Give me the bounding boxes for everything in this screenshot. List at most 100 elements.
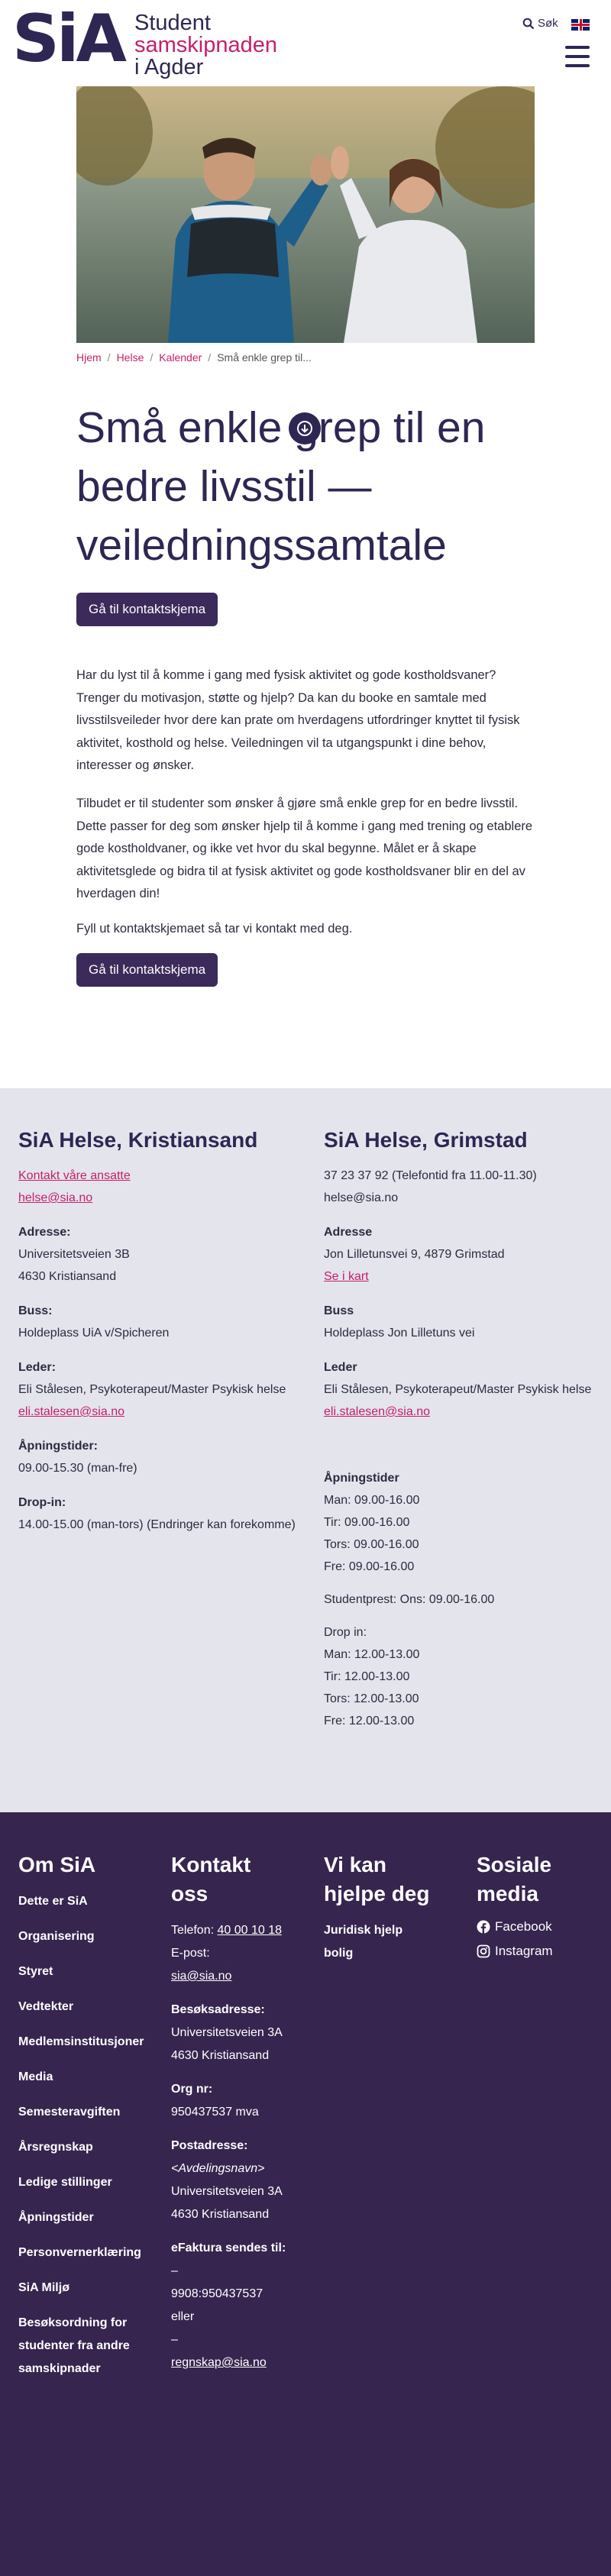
hours-info: 09.00-15.30 (man-fre) [18,1462,137,1475]
contact-section: SiA Helse, Kristiansand Kontakt våre ans… [0,1088,611,1812]
arrow-down-icon [297,421,312,436]
org-number: 950437537 mva [171,2106,259,2119]
post-address-1: Universitetsveien 3A [171,2185,283,2198]
footer-link[interactable]: Personvernerklæring [18,2241,156,2264]
breadcrumb-home[interactable]: Hjem [76,351,102,364]
studentprest-hours: Studentprest: Ons: 09.00-16.00 [324,1593,495,1606]
dropin-fri: Fre: 12.00-13.00 [324,1715,415,1728]
email-label: E-post: [171,1947,210,1960]
footer-om-title: Om SiA [18,1853,96,1876]
footer-link[interactable]: Juridisk hjelp bolig [324,1919,423,1965]
kristiansand-column: SiA Helse, Kristiansand Kontakt våre ans… [18,1126,301,1536]
leader-info: Eli Stålesen, Psykoterapeut/Master Psyki… [18,1383,286,1396]
bus-info: Holdeplass Jon Lilletuns vei [324,1327,475,1340]
leader-email-link[interactable]: eli.stalesen@sia.no [18,1405,124,1418]
org-label: Org nr: [171,2083,213,2096]
address-label: Adresse [324,1226,373,1239]
intro-paragraph-1: Har du lyst til å komme i gang med fysis… [76,668,520,772]
address-line-2: 4630 Kristiansand [18,1270,117,1283]
footer-link[interactable]: SiA Miljø [18,2277,156,2300]
dropin-label: Drop-in: [18,1496,66,1509]
footer-link[interactable]: Styret [18,1960,156,1983]
dropin-mon: Man: 12.00-13.00 [324,1648,420,1661]
post-address-2: 4630 Kristiansand [171,2208,270,2221]
kristiansand-email-link[interactable]: helse@sia.no [18,1191,92,1204]
instagram-link[interactable]: Instagram [477,1944,599,1959]
footer-kontakt-title: Kontakt oss [171,1853,251,1905]
search-link[interactable]: Søk [522,17,558,30]
footer-link[interactable]: Organisering [18,1925,156,1948]
efaktura-id: 9908:950437537 [171,2287,263,2300]
footer-link[interactable]: Besøksordning for studenter fra andre sa… [18,2312,141,2380]
footer-link[interactable]: Åpningstider [18,2206,156,2229]
instagram-icon [477,1944,490,1958]
footer-link[interactable]: Media [18,2066,156,2089]
dropin-label: Drop in: [324,1626,367,1639]
english-flag-icon[interactable] [571,19,590,31]
kristiansand-title: SiA Helse, Kristiansand [18,1128,258,1152]
post-department: <Avdelingsnavn> [171,2162,265,2175]
facebook-link[interactable]: Facebook [477,1919,599,1934]
dropin-thu: Tors: 12.00-13.00 [324,1692,419,1705]
footer-link[interactable]: Vedtekter [18,1996,156,2018]
logo-line-3: i Agder [134,55,204,79]
grimstad-title: SiA Helse, Grimstad [324,1128,528,1152]
grimstad-address: Jon Lilletunsvei 9, 4879 Grimstad [324,1248,505,1261]
email-link[interactable]: sia@sia.no [171,1970,231,1983]
scroll-down-button[interactable] [289,412,321,444]
grimstad-phone: 37 23 37 92 (Telefontid fra 11.00-11.30) [324,1169,537,1182]
logo-line-2: samskipnaden [134,33,277,57]
address-line-1: Universitetsveien 3B [18,1248,130,1261]
search-icon [522,18,535,29]
footer-link[interactable]: Ledige stillinger [18,2171,156,2194]
dropin-info: 14.00-15.00 (man-tors) (Endringer kan fo… [18,1518,296,1531]
logo-text[interactable]: Student samskipnaden i Agder [134,12,277,79]
footer-kontakt: Kontakt oss Telefon: 40 00 10 18 E-post:… [171,1850,293,2374]
hours-thu: Tors: 09.00-16.00 [324,1538,419,1551]
leader-email-link[interactable]: eli.stalesen@sia.no [324,1405,430,1418]
footer-hjelp: Vi kan hjelpe deg Juridisk hjelp bolig [324,1850,454,1977]
menu-icon[interactable] [565,46,590,67]
hours-fri: Fre: 09.00-16.00 [324,1560,415,1573]
breadcrumb-separator: / [208,351,212,364]
grimstad-email: helse@sia.no [324,1191,399,1204]
phone-label: Telefon: [171,1924,215,1937]
footer-social: Sosiale media Facebook Instagram [477,1850,599,1968]
hours-label: Åpningstider [324,1472,399,1485]
site-header: SiA Student samskipnaden i Agder Søk [0,0,611,84]
dropin-tue: Tir: 12.00-13.00 [324,1670,410,1683]
grimstad-column: SiA Helse, Grimstad 37 23 37 92 (Telefon… [324,1126,606,1732]
hours-mon: Man: 09.00-16.00 [324,1494,420,1507]
footer-om-sia: Om SiA Dette er SiA Organisering Styret … [18,1850,156,2393]
hero-image [76,86,535,343]
facebook-icon [477,1920,490,1934]
footer-link[interactable]: Medlemsinstitusjoner [18,2031,156,2054]
bus-info: Holdeplass UiA v/Spicheren [18,1327,170,1340]
site-footer: Om SiA Dette er SiA Organisering Styret … [0,1812,611,2576]
logo-mark: SiA [12,1,127,77]
logo-line-1: Student [134,11,211,35]
map-link[interactable]: Se i kart [324,1270,369,1283]
breadcrumb-separator: / [150,351,154,364]
breadcrumb-helse[interactable]: Helse [117,351,144,364]
sia-logo[interactable]: SiA [12,6,127,72]
facebook-label: Facebook [495,1919,552,1934]
contact-form-button-bottom[interactable]: Gå til kontaktskjema [76,953,218,987]
bus-label: Buss: [18,1304,53,1317]
visit-address-1: Universitetsveien 3A [171,2026,283,2039]
instagram-label: Instagram [495,1944,553,1958]
breadcrumb-kalender[interactable]: Kalender [159,351,202,364]
efaktura-email-link[interactable]: regnskap@sia.no [171,2356,267,2369]
footer-link[interactable]: Dette er SiA [18,1890,156,1913]
contact-staff-link[interactable]: Kontakt våre ansatte [18,1169,131,1182]
intro-paragraph-3: Fyll ut kontaktskjemaet så tar vi kontak… [76,922,353,936]
phone-link[interactable]: 40 00 10 18 [218,1924,283,1937]
footer-link[interactable]: Årsregnskap [18,2136,156,2159]
footer-link[interactable]: Semesteravgiften [18,2101,156,2124]
search-label: Søk [538,17,558,30]
visit-label: Besøksadresse: [171,2003,265,2016]
visit-address-2: 4630 Kristiansand [171,2049,270,2062]
efaktura-label: eFaktura sendes til: [171,2241,286,2254]
contact-form-button-top[interactable]: Gå til kontaktskjema [76,593,218,626]
breadcrumb-current: Små enkle grep til... [217,351,312,364]
